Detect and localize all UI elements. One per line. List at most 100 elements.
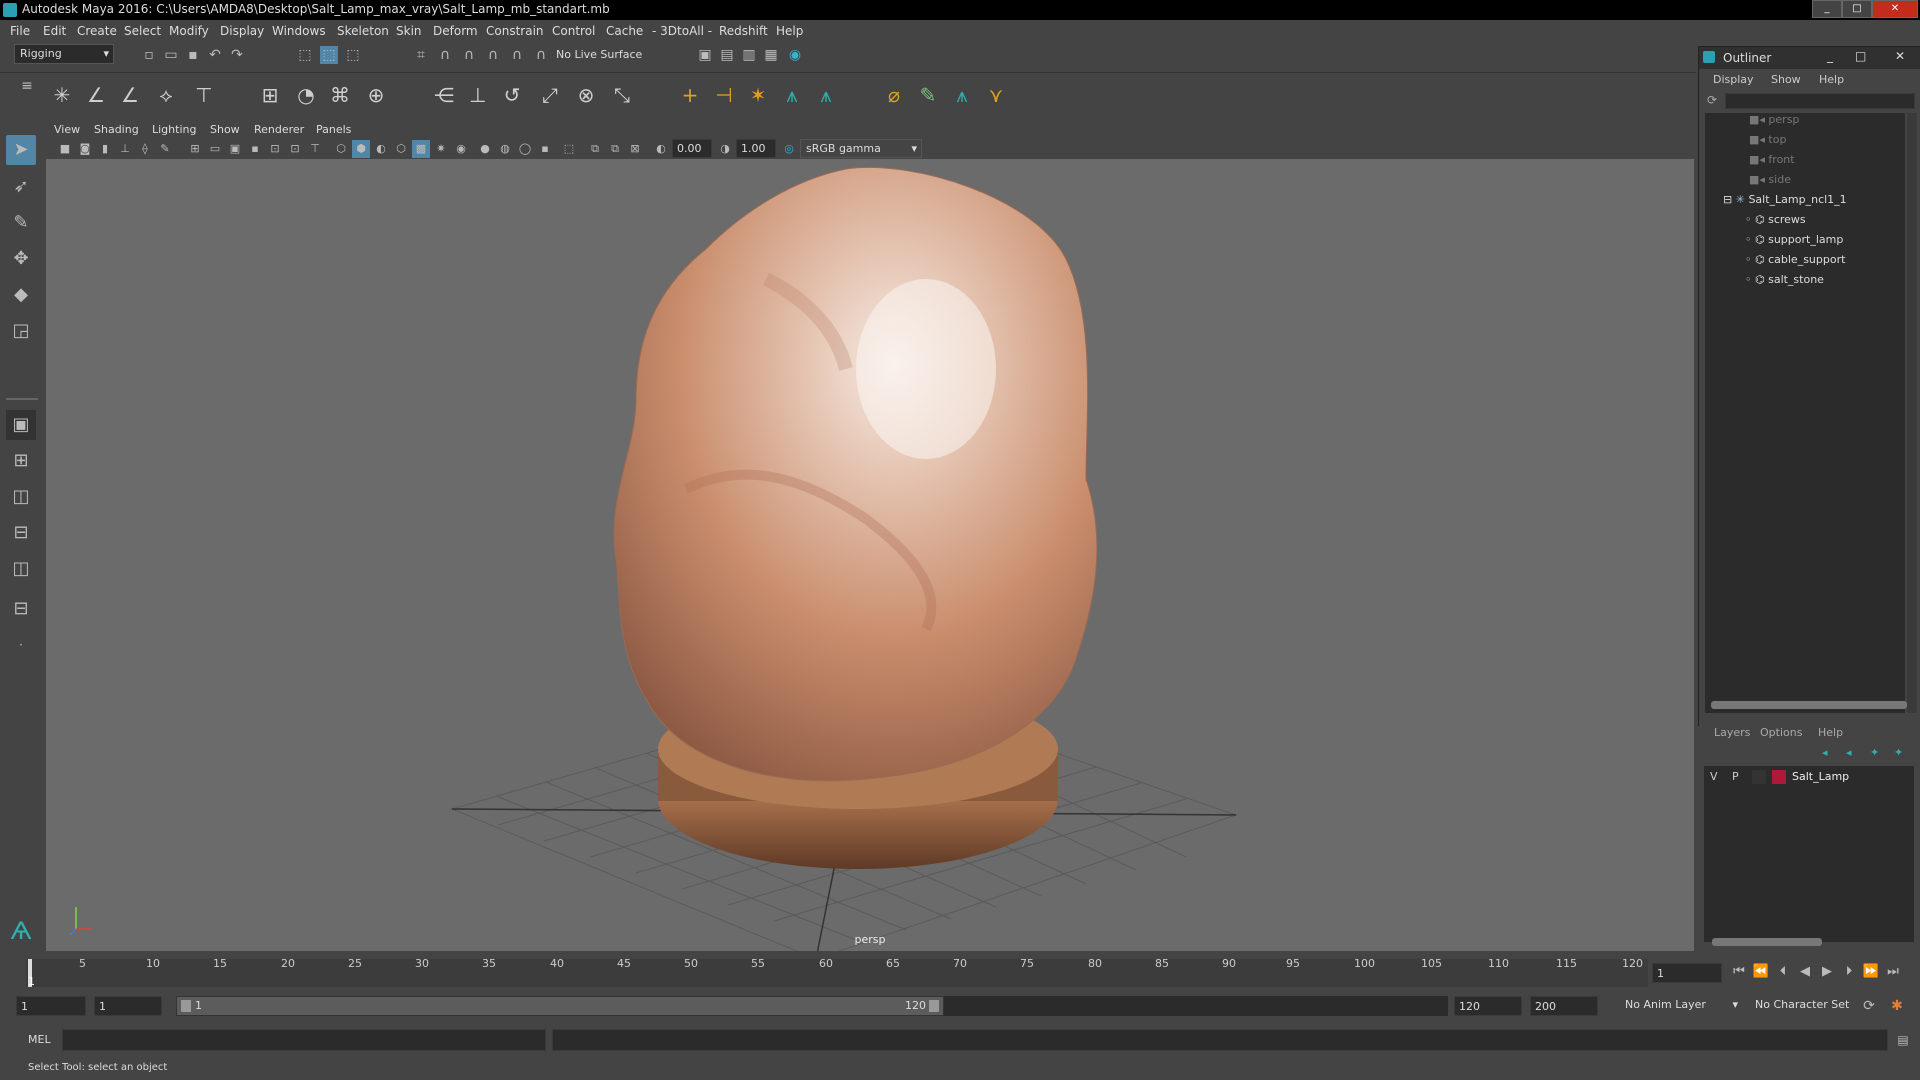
camera-select-icon[interactable]: ■ — [56, 140, 74, 158]
layer-row[interactable]: V P Salt_Lamp — [1704, 768, 1914, 786]
move-layer-down-icon[interactable]: ◂ — [1846, 746, 1852, 759]
minimize-icon[interactable]: _ — [1827, 49, 1833, 63]
render-frame-icon[interactable]: ▣ — [696, 46, 714, 64]
range-end-handle[interactable] — [929, 1000, 939, 1012]
layer-color-swatch[interactable] — [1772, 770, 1786, 784]
persp-graph-layout-icon[interactable]: ⊟ — [6, 518, 36, 548]
redo-icon[interactable]: ↷ — [228, 46, 246, 64]
live-surface-field[interactable]: No Live Surface — [552, 45, 644, 65]
locator-icon[interactable]: + — [676, 81, 704, 109]
lasso-tool-icon[interactable]: ➶ — [6, 172, 36, 202]
camera-attributes-icon[interactable]: ◙ — [76, 140, 94, 158]
layer-name[interactable]: Salt_Lamp — [1792, 770, 1849, 783]
joint-orient-icon[interactable]: ⊣ — [710, 81, 738, 109]
blend-shape-icon[interactable]: ⋎ — [982, 81, 1010, 109]
menu-cache[interactable]: Cache — [606, 24, 643, 38]
wireframe-on-shaded-icon[interactable]: ⬡ — [392, 140, 410, 158]
select-object-icon[interactable]: ⬚ — [320, 46, 338, 64]
snap-live-icon[interactable]: ∩ — [532, 46, 550, 64]
screen-space-ao-icon[interactable]: ● — [476, 140, 494, 158]
menu-3dtoall[interactable]: - 3DtoAll - — [652, 24, 712, 38]
step-forward-key-icon[interactable]: ⏩ — [1862, 963, 1880, 981]
menu-display[interactable]: Display — [220, 24, 264, 38]
outliner-menu-display[interactable]: Display — [1713, 73, 1754, 86]
outliner-item-support-lamp[interactable]: ◦ ⌬ support_lamp — [1745, 233, 1843, 253]
isolate-select-icon[interactable]: ⬚ — [560, 140, 578, 158]
undo-icon[interactable]: ↶ — [206, 46, 224, 64]
bookmark-icon[interactable]: ▮ — [96, 140, 114, 158]
view-transform-dropdown[interactable]: sRGB gamma ▾ — [800, 139, 922, 158]
single-perspective-layout-icon[interactable]: ▣ — [6, 410, 36, 440]
move-tool-icon[interactable]: ✥ — [6, 244, 36, 274]
gate-mask-icon[interactable]: ▪ — [246, 140, 264, 158]
bind-skin-icon[interactable]: ⊞ — [256, 81, 284, 109]
point-constraint-icon[interactable]: ⋲ — [430, 81, 458, 109]
safe-action-icon[interactable]: ⊡ — [286, 140, 304, 158]
wireframe-icon[interactable]: ⬡ — [332, 140, 350, 158]
maximize-icon[interactable]: □ — [1855, 49, 1866, 63]
menu-skin[interactable]: Skin — [396, 24, 422, 38]
outliner-search-input[interactable] — [1725, 93, 1915, 109]
anim-layer-dropdown[interactable]: No Anim Layer ▾ — [1620, 996, 1742, 1016]
range-slider-track[interactable] — [944, 996, 1448, 1016]
resolution-gate-icon[interactable]: ▣ — [226, 140, 244, 158]
layer-horizontal-scrollbar[interactable] — [1712, 938, 1822, 946]
select-tool-icon[interactable]: ➤ — [6, 135, 36, 165]
open-scene-icon[interactable]: ▭ — [162, 46, 180, 64]
use-default-material-icon[interactable]: ◐ — [372, 140, 390, 158]
play-forwards-icon[interactable]: ▶ — [1818, 963, 1836, 981]
anti-aliasing-icon[interactable]: ◯ — [516, 140, 534, 158]
outliner-item-salt-lamp-group[interactable]: ⊟ ✳ Salt_Lamp_ncl1_1 — [1723, 193, 1847, 213]
hik-retarget-icon[interactable]: ⩚ — [948, 81, 976, 109]
scene-start-field[interactable]: 1 — [16, 996, 86, 1016]
cluster-icon[interactable]: ⊕ — [362, 81, 390, 109]
four-view-layout-icon[interactable]: ⊞ — [6, 446, 36, 476]
field-chart-icon[interactable]: ⊡ — [266, 140, 284, 158]
paint-tool-icon[interactable]: ✎ — [914, 81, 942, 109]
time-slider[interactable]: 1 5 10 15 20 25 30 35 40 45 50 55 60 65 … — [0, 953, 1920, 993]
menu-create[interactable]: Create — [77, 24, 117, 38]
textured-icon[interactable]: ▩ — [412, 140, 430, 158]
motion-blur-icon[interactable]: ◍ — [496, 140, 514, 158]
paint-select-tool-icon[interactable]: ✎ — [6, 208, 36, 238]
script-editor-icon[interactable]: ▤ — [1894, 1031, 1912, 1049]
grid-toggle-icon[interactable]: ⊞ — [186, 140, 204, 158]
outliner-horizontal-scrollbar[interactable] — [1711, 701, 1907, 709]
perspective-viewport[interactable]: persp — [46, 159, 1694, 951]
custom-layout-icon[interactable]: · — [6, 630, 36, 660]
save-scene-icon[interactable]: ▪ — [184, 46, 202, 64]
select-hierarchy-icon[interactable]: ⬚ — [296, 46, 314, 64]
step-back-key-icon[interactable]: ⏪ — [1752, 963, 1770, 981]
time-slider-track[interactable] — [26, 959, 1648, 987]
rotate-tool-icon[interactable]: ◆ — [6, 280, 36, 310]
outliner-item-side[interactable]: ■◂ side — [1749, 173, 1791, 193]
snap-surface-icon[interactable]: ∩ — [508, 46, 526, 64]
menu-control[interactable]: Control — [552, 24, 595, 38]
film-gate-icon[interactable]: ▭ — [206, 140, 224, 158]
hypershade-icon[interactable]: ▦ — [762, 46, 780, 64]
scene-end-field[interactable]: 200 — [1530, 996, 1598, 1016]
ik-handle-icon[interactable]: ⟡ — [152, 81, 180, 109]
image-plane-icon[interactable]: ⊥ — [116, 140, 134, 158]
menu-edit[interactable]: Edit — [43, 24, 66, 38]
safe-title-icon[interactable]: ⊤ — [306, 140, 324, 158]
snap-curve-icon[interactable]: ∩ — [436, 46, 454, 64]
layer-visibility-toggle[interactable]: V — [1710, 770, 1718, 783]
animation-preferences-icon[interactable]: ✱ — [1888, 997, 1906, 1015]
lattice-icon[interactable]: ⌘ — [326, 81, 354, 109]
snap-point-icon[interactable]: ∩ — [460, 46, 478, 64]
color-management-icon[interactable]: ◎ — [780, 140, 798, 158]
menu-help[interactable]: Help — [776, 24, 803, 38]
panel-menu-renderer[interactable]: Renderer — [254, 123, 304, 136]
menu-file[interactable]: File — [10, 24, 30, 38]
auto-key-icon[interactable]: ⟳ — [1860, 997, 1878, 1015]
menu-modify[interactable]: Modify — [169, 24, 209, 38]
menu-skeleton[interactable]: Skeleton — [337, 24, 389, 38]
panel-menu-view[interactable]: View — [54, 123, 80, 136]
scale-constraint-icon[interactable]: ⤢ — [536, 81, 564, 109]
xray-components-icon[interactable]: ⊠ — [626, 140, 644, 158]
new-layer-selected-icon[interactable]: ✦ — [1894, 746, 1903, 759]
maximize-button[interactable]: □ — [1842, 0, 1872, 18]
panel-menu-show[interactable]: Show — [210, 123, 240, 136]
range-start-handle[interactable] — [181, 1000, 191, 1012]
